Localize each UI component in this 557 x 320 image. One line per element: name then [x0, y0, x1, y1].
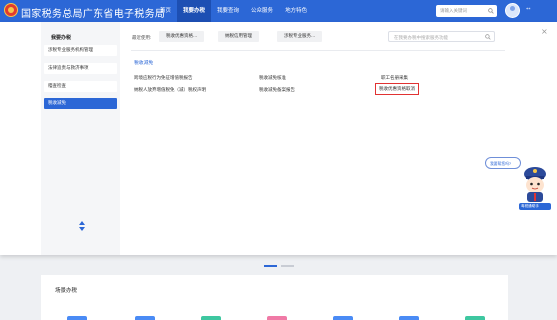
scroll-arrows-icon[interactable] [79, 221, 85, 231]
header-search-input[interactable]: 请输入关键词 [436, 5, 497, 17]
sidebar-item-tax-agency-management[interactable]: 涉税专业服务机构管理 [44, 45, 117, 56]
service-search-placeholder: 在我要办税中搜索服务功能 [394, 35, 448, 41]
assistant-caption: 粤税通助手 [519, 203, 551, 210]
recent-item-tax-preference[interactable]: 税收优惠资格... [159, 31, 205, 42]
service-link-cancel-preference-qualification[interactable]: 税收优惠资格取消 [375, 83, 419, 95]
nav-local-features[interactable]: 地方特色 [279, 0, 313, 22]
search-icon[interactable] [485, 34, 491, 40]
nav-tax-handling[interactable]: 我要办税 [177, 0, 212, 22]
assistant-bubble-text: 我要帮您吗? [490, 161, 511, 166]
service-link-cross-border-vat-exemption[interactable]: 跨境应税行为免征增值税报告 [134, 75, 193, 81]
carousel-dot[interactable] [281, 265, 294, 267]
scene-tile[interactable] [67, 316, 87, 320]
assistant-caption-text: 粤税通助手 [521, 204, 539, 208]
sidebar-item-inspection[interactable]: 稽查检查 [44, 81, 117, 92]
scene-tile[interactable] [201, 316, 221, 320]
assistant-speech-bubble[interactable]: 我要帮您吗? [485, 157, 521, 169]
nav-query[interactable]: 我要查询 [211, 0, 245, 22]
scene-tile[interactable] [399, 316, 419, 320]
scene-tile[interactable] [267, 316, 287, 320]
user-name[interactable]: ** [526, 8, 531, 13]
carousel-indicator [264, 265, 296, 268]
section-title: 税收减免 [134, 61, 154, 66]
nav-home[interactable]: 首页 [154, 0, 177, 22]
service-link-employee-roster[interactable]: 职工名册采集 [381, 75, 408, 81]
scene-tile[interactable] [135, 316, 155, 320]
main-nav: 首页 我要办税 我要查询 公众服务 地方特色 [154, 0, 313, 22]
service-link-reduction-approval[interactable]: 税收减免核准 [259, 75, 286, 81]
header-search-placeholder: 请输入关键词 [440, 9, 467, 14]
top-header: 国家税务总局广东省电子税务局 首页 我要办税 我要查询 公众服务 地方特色 请输… [0, 0, 557, 22]
divider [131, 50, 505, 51]
service-search-input[interactable]: 在我要办税中搜索服务功能 [388, 31, 495, 42]
scene-tax-section: 场景办税 [41, 275, 508, 320]
recent-label: 最近使用: [132, 36, 152, 41]
tax-emblem-logo [4, 3, 18, 17]
site-title[interactable]: 国家税务总局广东省电子税务局 [21, 5, 165, 20]
sidebar-item-tax-reduction[interactable]: 税收减免 [44, 98, 117, 109]
carousel-dot-active[interactable] [264, 265, 277, 267]
scene-title: 场景办税 [55, 288, 78, 294]
service-link-waive-vat-exemption[interactable]: 纳税人放弃增值税免（减）税权声明 [134, 87, 206, 93]
service-link-reduction-filing[interactable]: 税收减免备案报告 [259, 87, 295, 93]
close-icon[interactable]: × [541, 27, 548, 36]
user-avatar[interactable] [505, 3, 520, 18]
scene-tile[interactable] [465, 316, 485, 320]
recent-item-credit-management[interactable]: 纳税信用管理 [218, 31, 259, 42]
recent-item-tax-agency[interactable]: 涉税专业服务... [277, 31, 323, 42]
sidebar-item-legal-remedy[interactable]: 法律追责与救济事项 [44, 63, 117, 74]
scene-tile[interactable] [333, 316, 353, 320]
nav-public-service[interactable]: 公众服务 [245, 0, 279, 22]
category-sidebar: 我要办税 涉税专业服务机构管理 法律追责与救济事项 稽查检查 税收减免 [41, 22, 120, 255]
service-panel: 最近使用: 税收优惠资格... 纳税信用管理 涉税专业服务... 在我要办税中搜… [131, 22, 551, 255]
sidebar-title: 我要办税 [51, 35, 72, 41]
tax-handling-dropdown: 我要办税 涉税专业服务机构管理 法律追责与救济事项 稽查检查 税收减免 最近使用… [0, 22, 557, 255]
search-icon[interactable] [488, 8, 494, 14]
